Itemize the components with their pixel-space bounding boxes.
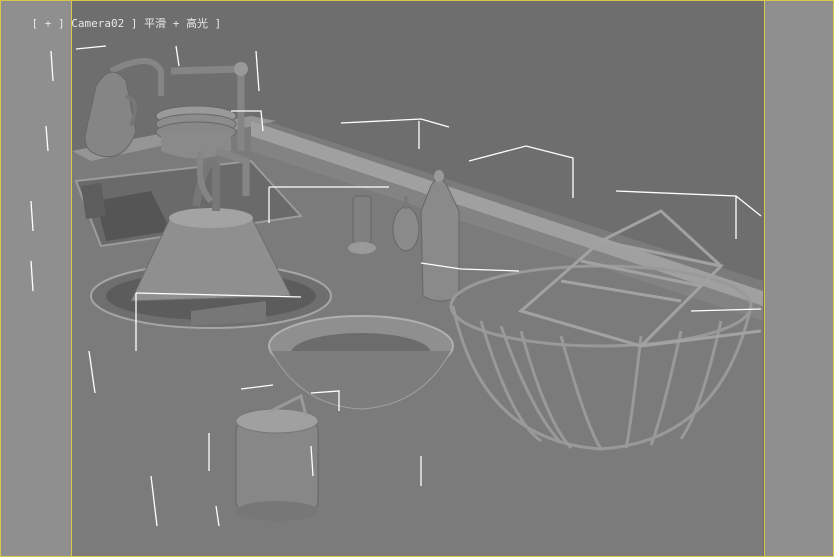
viewport-label-open: [: [31, 17, 45, 30]
canister[interactable]: [235, 393, 319, 521]
viewport-shading-menu[interactable]: 平滑 + 高光: [144, 17, 208, 30]
viewport[interactable]: [ + ] Camera02 ] 平滑 + 高光 ]: [0, 0, 834, 557]
pitcher[interactable]: [84, 71, 137, 158]
viewport-camera-menu[interactable]: Camera02: [71, 17, 124, 30]
viewport-label-sep2: ]: [124, 17, 145, 30]
viewport-label-sep1: ]: [51, 17, 72, 30]
viewport-label[interactable]: [ + ] Camera02 ] 平滑 + 高光 ]: [5, 2, 222, 44]
scene-render[interactable]: [1, 1, 834, 557]
viewport-label-close: ]: [207, 17, 222, 30]
